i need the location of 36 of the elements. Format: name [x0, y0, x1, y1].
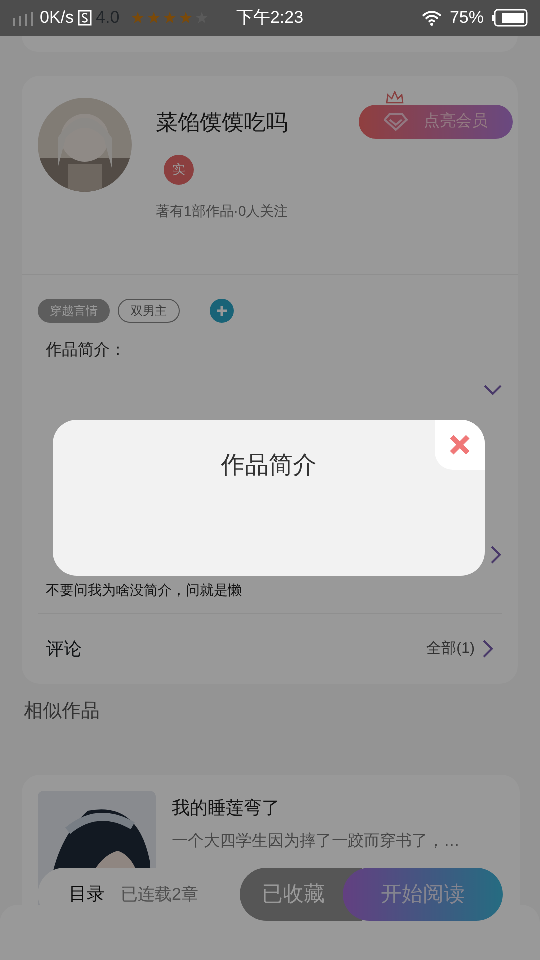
book-title: 我的睡莲弯了	[172, 796, 281, 820]
comments-label: 评论	[46, 638, 82, 660]
battery-icon	[492, 9, 528, 27]
close-icon	[449, 434, 471, 456]
author-stats: 著有1部作品·0人关注	[156, 202, 288, 221]
add-icon[interactable]	[210, 299, 234, 323]
start-reading-button[interactable]: 开始阅读	[343, 868, 503, 921]
all-comments-link[interactable]: 全部(1)	[426, 638, 494, 660]
dialog-title: 作品简介	[220, 451, 318, 481]
genre-tag[interactable]: 双男主	[118, 299, 180, 323]
crown-icon	[386, 91, 404, 105]
collect-button[interactable]: 已收藏	[240, 868, 362, 921]
close-button[interactable]	[435, 420, 485, 470]
chevron-right-icon[interactable]	[491, 546, 502, 564]
battery-level: 75%	[450, 7, 484, 30]
book-description: 一个大四学生因为摔了一跤而穿书了，…	[172, 832, 460, 852]
intro-heading: 作品简介：	[46, 341, 127, 361]
section-heading: 相似作品	[23, 700, 101, 724]
star-icon	[180, 12, 192, 24]
diamond-icon	[384, 113, 408, 131]
star-icon	[132, 12, 144, 24]
network-speed: 0K/s	[40, 7, 74, 30]
chevron-right-icon	[483, 640, 494, 658]
intro-text: 不要问我为啥没简介，问就是懒	[46, 581, 243, 600]
author-name: 菜馅馍馍吃吗	[156, 109, 288, 137]
status-time: 下午2:23	[236, 7, 304, 30]
star-icon	[164, 12, 176, 24]
genre-tag[interactable]: 穿越言情	[38, 299, 110, 323]
chapter-count: 已连载2章	[121, 884, 198, 906]
star-icon	[148, 12, 160, 24]
verified-badge: 实	[164, 155, 194, 185]
catalog-link[interactable]: 目录	[69, 881, 105, 908]
signal-icon	[12, 10, 36, 26]
chevron-down-icon[interactable]	[484, 385, 502, 396]
wifi-icon	[422, 10, 442, 26]
s-box-icon	[78, 10, 92, 26]
